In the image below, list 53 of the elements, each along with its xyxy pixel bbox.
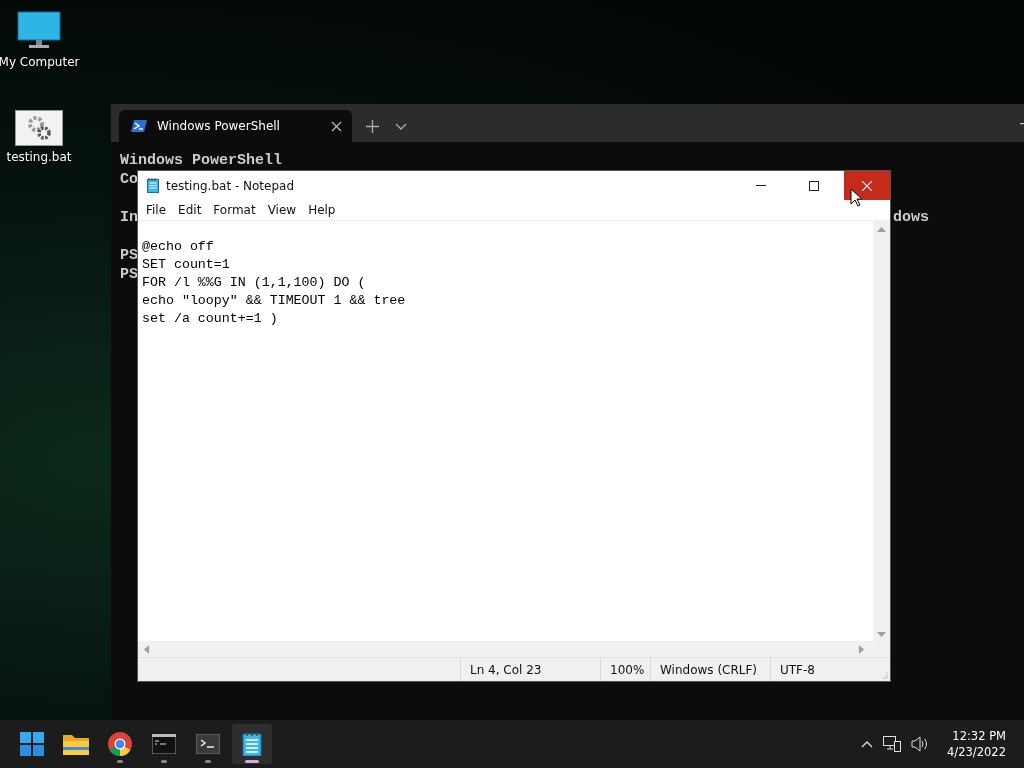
- close-icon: [862, 180, 872, 191]
- vertical-scrollbar[interactable]: [873, 221, 890, 641]
- minimize-icon: [756, 185, 766, 186]
- desktop-icon-label[interactable]: testing.bat: [6, 150, 72, 164]
- browser-icon: [108, 732, 132, 756]
- speaker-icon[interactable]: [911, 736, 930, 752]
- close-button[interactable]: [844, 171, 890, 200]
- gear-file-icon: [15, 110, 63, 146]
- command-prompt-icon: [152, 734, 176, 754]
- desktop-icon-label[interactable]: My Computer: [0, 55, 80, 69]
- console-text: Co: [120, 170, 138, 189]
- window-title: testing.bat - Notepad: [166, 178, 296, 193]
- line-ending: Windows (CRLF): [650, 658, 770, 681]
- resize-grip-icon[interactable]: [880, 671, 888, 679]
- encoding: UTF-8: [770, 658, 870, 681]
- menu-item[interactable]: Edit: [172, 203, 208, 217]
- date-text: 4/23/2022: [947, 744, 1006, 760]
- monitor-icon: [17, 11, 61, 51]
- terminal-icon: [196, 734, 220, 754]
- console-text: PS: [120, 265, 138, 284]
- cursor-position: Ln 4, Col 23: [460, 658, 600, 681]
- scroll-down-icon: [877, 632, 886, 637]
- zoom-level: 100%: [600, 658, 650, 681]
- powershell-icon: [131, 119, 147, 133]
- minimize-icon[interactable]: [1020, 123, 1024, 125]
- console-text: Windows PowerShell: [120, 151, 283, 170]
- menu-item[interactable]: Help: [302, 203, 342, 217]
- maximize-icon: [809, 180, 819, 191]
- close-icon[interactable]: [331, 120, 342, 132]
- chevron-up-icon[interactable]: [861, 740, 874, 748]
- windows-logo-icon: [20, 732, 44, 756]
- chevron-down-icon[interactable]: [395, 122, 407, 130]
- time-text: 12:32 PM: [952, 728, 1006, 744]
- notepad-icon: [147, 178, 159, 193]
- scroll-up-icon: [877, 227, 886, 232]
- clock[interactable]: 12:32 PM 4/23/2022: [947, 728, 1006, 760]
- text-editor[interactable]: @echo off SET count=1 FOR /l %%G IN (1,1,100) DO ( echo "loopy" && TIMEOUT 1 && tree set /a count+=1 ): [138, 221, 873, 641]
- console-text: dows: [893, 208, 929, 227]
- plus-icon[interactable]: [366, 119, 379, 133]
- menu-item[interactable]: File: [140, 203, 173, 217]
- network-icon[interactable]: [883, 736, 902, 752]
- menu-item[interactable]: View: [261, 203, 303, 217]
- scroll-left-icon: [144, 644, 149, 654]
- folder-icon: [63, 733, 89, 755]
- notepad-icon: [242, 732, 262, 756]
- mouse-cursor-icon: [850, 188, 862, 207]
- scroll-right-icon: [859, 644, 864, 654]
- horizontal-scrollbar[interactable]: [138, 641, 890, 657]
- console-text: In: [120, 208, 138, 227]
- console-text: PS: [120, 246, 138, 265]
- terminal-tab[interactable]: Windows PowerShell: [119, 110, 352, 142]
- taskbar-button[interactable]: [232, 724, 272, 764]
- menu-item[interactable]: Format: [207, 203, 262, 217]
